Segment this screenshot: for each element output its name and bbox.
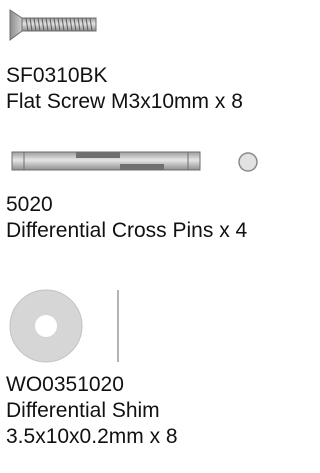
part-code: SF0310BK (6, 64, 108, 87)
shim-edge-view-icon (117, 290, 119, 362)
part-description: Differential Cross Pins x 4 (6, 219, 248, 242)
flat-screw-icon (9, 9, 97, 41)
part-description: Flat Screw M3x10mm x 8 (6, 90, 243, 113)
part-flat-screw: SF0310BK Flat Screw M3x10mm x 8 (0, 0, 288, 120)
part-description: Differential Shim (6, 399, 160, 422)
part-differential-shim: WO0351020 Differential Shim 3.5x10x0.2mm… (0, 280, 288, 473)
cross-pin-icon (11, 151, 201, 171)
part-cross-pins: 5020 Differential Cross Pins x 4 (0, 120, 288, 250)
part-code: WO0351020 (6, 373, 124, 396)
shim-washer-icon (9, 289, 83, 363)
part-description-size: 3.5x10x0.2mm x 8 (6, 425, 178, 448)
pin-end-view-icon (238, 152, 258, 172)
part-code: 5020 (6, 193, 53, 216)
